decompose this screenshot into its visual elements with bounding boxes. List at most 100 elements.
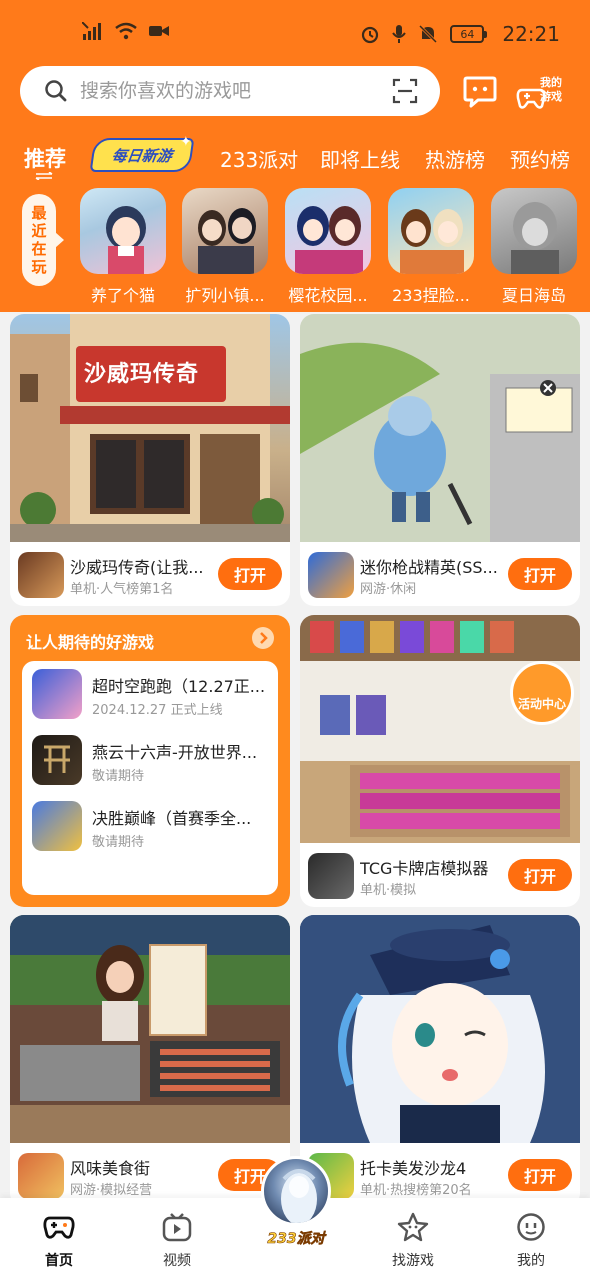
anticipated-title: 让人期待的好游戏 (26, 633, 155, 652)
recent-game-thumb (491, 188, 577, 274)
anticipated-item[interactable]: 燕云十六声-开放世界... 敬请期待 (32, 735, 268, 791)
star-icon (397, 1212, 429, 1242)
recent-game-2[interactable]: 扩列小镇... (181, 188, 269, 306)
profile-face-icon (517, 1213, 545, 1241)
recent-game-name: 扩列小镇... (185, 286, 265, 305)
open-button[interactable]: 打开 (508, 1159, 572, 1191)
status-bar: 64 22:21 (0, 0, 590, 66)
recent-game-name: 233捏脸... (392, 286, 470, 305)
game-card-footer: TCG卡牌店模拟器 单机·模拟 打开 (300, 843, 580, 907)
game-cover (10, 915, 290, 1143)
tab-recommend[interactable]: 推荐 (24, 143, 66, 173)
game-card[interactable]: 托卡美发沙龙4 单机·热搜榜第20名 打开 (300, 915, 580, 1207)
recent-game-4[interactable]: 233捏脸... (387, 188, 475, 306)
anticipated-game-status: 敬请期待 (92, 769, 145, 784)
anticipated-game-date: 2024.12.27 正式上线 (92, 703, 223, 718)
recent-played-label[interactable]: 最近在玩 (22, 194, 64, 286)
video-icon (162, 1213, 192, 1242)
game-cover (300, 915, 580, 1143)
nav-find-games[interactable]: 找游戏 (373, 1212, 453, 1270)
battery-level: 64 (460, 27, 475, 41)
nav-mine-label: 我的 (517, 1253, 545, 1269)
anticipated-more-button[interactable] (252, 627, 274, 649)
recent-game-name: 樱花校园... (288, 286, 368, 305)
anticipated-game-status: 敬请期待 (92, 835, 145, 850)
cover-banner-text: 沙威玛传奇 (84, 362, 200, 387)
anticipated-item[interactable]: 决胜巅峰（首赛季全... 敬请期待 (32, 801, 268, 857)
my-games-button[interactable]: 我的游戏 (516, 72, 572, 116)
recent-game-thumb (285, 188, 371, 274)
anticipated-games-panel: 让人期待的好游戏 超时空跑跑（12.27正... 2024.12.27 正式上线… (10, 615, 290, 907)
game-card[interactable]: 沙威玛传奇 沙威玛传奇(让我... 单机·人气榜第1名 打开 (10, 314, 290, 606)
gamepad-home-icon (43, 1216, 75, 1239)
anticipated-game-title: 燕云十六声-开放世界... (92, 743, 258, 762)
nav-video[interactable]: 视频 (137, 1212, 217, 1270)
open-button[interactable]: 打开 (508, 859, 572, 891)
game-subtitle: 单机·人气榜第1名 (70, 582, 174, 597)
search-row: 我的游戏 (0, 66, 590, 118)
anticipated-game-icon (32, 801, 82, 851)
tab-daily-new[interactable]: 每日新游 (89, 138, 195, 172)
nav-233-party-label: 233派对 (267, 1231, 325, 1248)
video-record-icon (148, 23, 170, 39)
nav-home-label: 首页 (45, 1253, 73, 1269)
anticipated-item[interactable]: 超时空跑跑（12.27正... 2024.12.27 正式上线 (32, 669, 268, 725)
signal-icon (82, 22, 104, 40)
game-icon (18, 1153, 64, 1199)
anticipated-game-icon (32, 735, 82, 785)
chevron-right-icon (260, 632, 268, 644)
tab-coming-soon[interactable]: 即将上线 (320, 144, 400, 173)
game-title: 风味美食街 (70, 1159, 151, 1178)
tab-indicator-icon (35, 172, 53, 180)
anticipated-game-icon (32, 669, 82, 719)
recent-game-thumb (80, 188, 166, 274)
game-cover: 活动中心 (300, 615, 580, 843)
recent-game-1[interactable]: 养了个猫 (79, 188, 167, 306)
nav-video-label: 视频 (163, 1253, 191, 1269)
game-card[interactable]: 迷你枪战精英(SS... 网游·休闲 打开 (300, 314, 580, 606)
game-subtitle: 网游·休闲 (360, 582, 417, 597)
message-button[interactable] (462, 74, 498, 110)
status-left (82, 22, 170, 40)
recent-game-thumb (388, 188, 474, 274)
recent-game-5[interactable]: 夏日海岛 (490, 188, 578, 306)
event-center-badge[interactable]: 活动中心 (510, 661, 574, 725)
game-subtitle: 单机·热搜榜第20名 (360, 1183, 472, 1198)
event-center-label: 活动中心 (517, 697, 566, 711)
tab-hot-games[interactable]: 热游榜 (425, 144, 485, 173)
nav-find-games-label: 找游戏 (392, 1253, 434, 1269)
game-card[interactable]: 风味美食街 网游·模拟经营 打开 (10, 915, 290, 1207)
nav-mine[interactable]: 我的 (491, 1212, 571, 1270)
open-button[interactable]: 打开 (218, 558, 282, 590)
tab-233-party[interactable]: 233派对 (220, 144, 298, 173)
microphone-icon (392, 24, 407, 44)
mute-bell-icon (418, 24, 438, 44)
game-card-footer: 迷你枪战精英(SS... 网游·休闲 打开 (300, 542, 580, 606)
status-right: 64 22:21 (360, 22, 560, 46)
category-tabs: 推荐 每日新游 ✦ 233派对 即将上线 热游榜 预约榜 (0, 134, 590, 182)
nav-233-party[interactable]: 233派对 (258, 1156, 334, 1266)
game-title: 迷你枪战精英(SS... (360, 558, 498, 577)
anticipated-list: 超时空跑跑（12.27正... 2024.12.27 正式上线 燕云十六声-开放… (22, 661, 278, 895)
recent-game-name: 夏日海岛 (501, 286, 566, 305)
nav-home[interactable]: 首页 (19, 1212, 99, 1270)
game-subtitle: 单机·模拟 (360, 883, 417, 898)
scan-icon[interactable] (392, 78, 418, 108)
battery-icon: 64 (450, 25, 488, 43)
tab-reservation[interactable]: 预约榜 (510, 144, 570, 173)
anticipated-game-title: 决胜巅峰（首赛季全... (92, 809, 252, 828)
party-avatar (261, 1156, 331, 1226)
game-title: TCG卡牌店模拟器 (360, 859, 489, 878)
search-box[interactable] (20, 66, 440, 116)
search-input[interactable] (80, 76, 380, 106)
recent-game-3[interactable]: 樱花校园... (284, 188, 372, 306)
game-card[interactable]: 活动中心 TCG卡牌店模拟器 单机·模拟 打开 (300, 615, 580, 907)
recent-played-text: 最近在玩 (31, 204, 47, 276)
search-icon (44, 79, 68, 107)
recent-game-name: 养了个猫 (90, 286, 155, 305)
game-cover: 沙威玛传奇 (10, 314, 290, 542)
game-icon (308, 552, 354, 598)
open-button[interactable]: 打开 (508, 558, 572, 590)
anticipated-game-title: 超时空跑跑（12.27正... (92, 677, 266, 696)
wifi-icon (114, 22, 138, 40)
